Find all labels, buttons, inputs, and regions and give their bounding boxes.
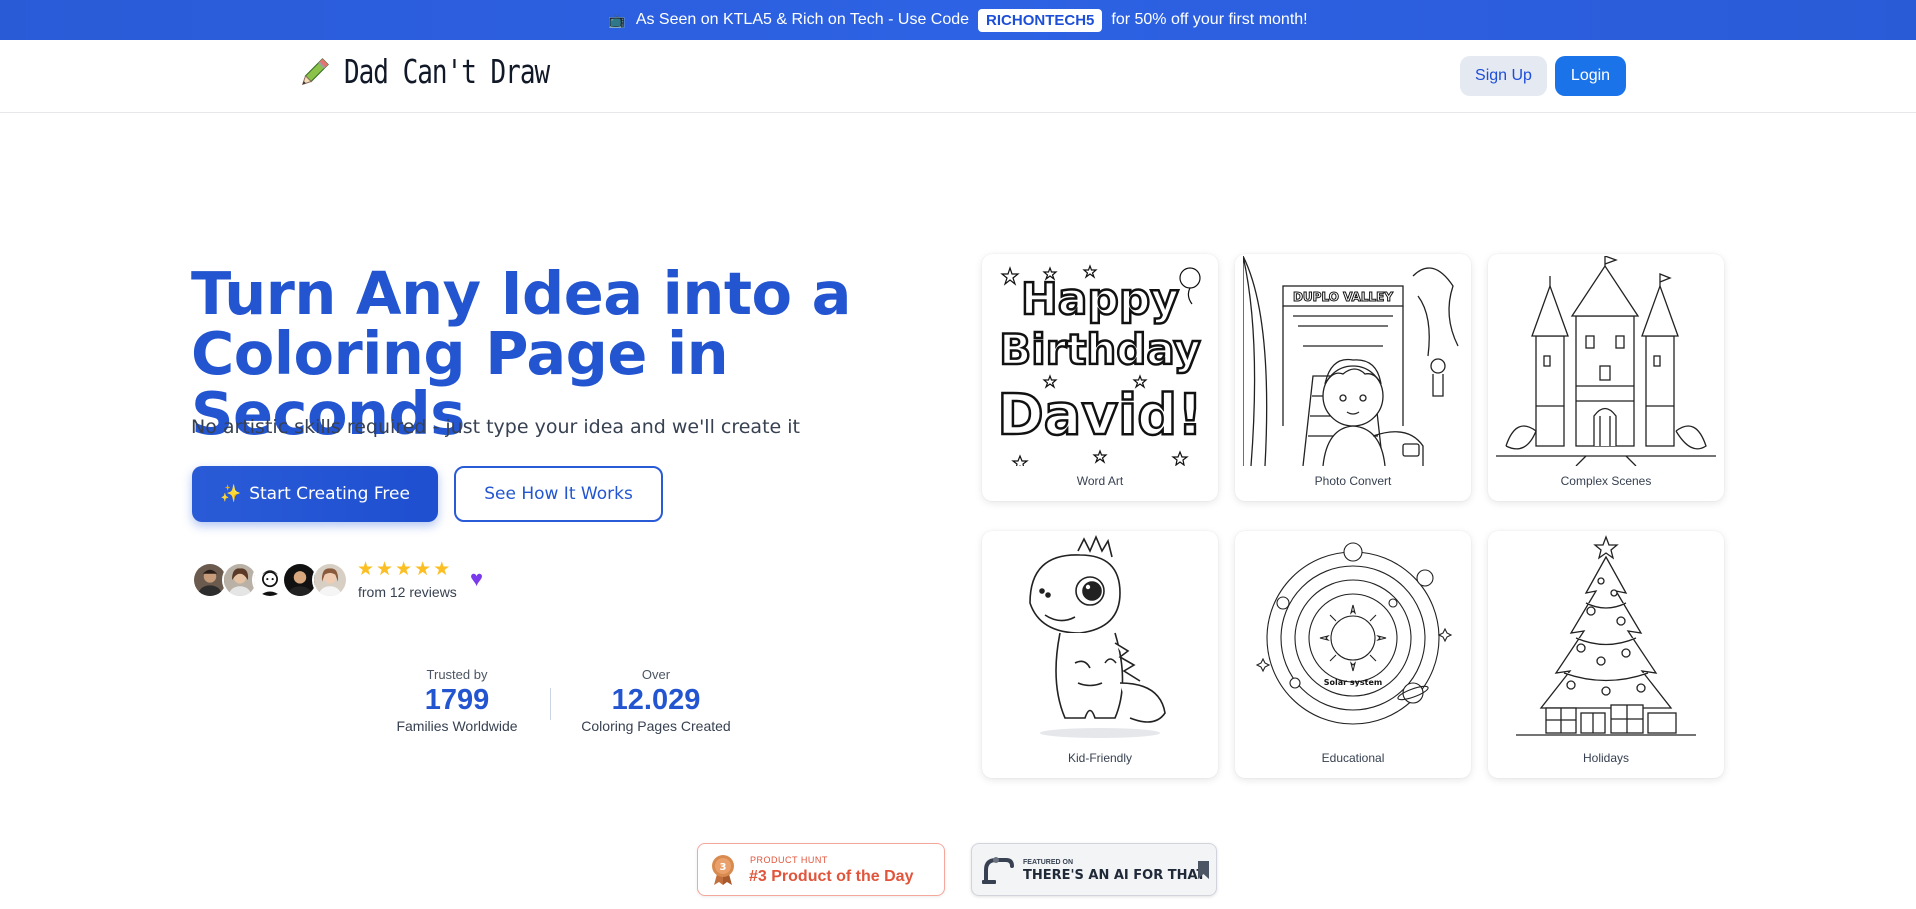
solar-system-image: Solar system (1255, 542, 1453, 725)
stat-value: 12.029 (611, 684, 701, 716)
star-icon: ★ (395, 559, 413, 580)
photo-convert-image: DUPLO VALLEY (1243, 256, 1459, 466)
pencil-icon (301, 58, 329, 86)
star-icon: ★ (433, 559, 451, 580)
castle-image (1496, 256, 1716, 466)
site-header: Dad Can't Draw Sign Up Login (0, 40, 1916, 113)
gallery-caption: Complex Scenes (1560, 474, 1652, 488)
gallery-caption: Kid-Friendly (1067, 751, 1133, 765)
word-art-line-1: Happy (1021, 274, 1179, 325)
product-hunt-badge[interactable]: 3 PRODUCT HUNT #3 Product of the Day (697, 843, 945, 896)
photo-sign-text: DUPLO VALLEY (1293, 290, 1393, 304)
star-icon: ★ (376, 559, 394, 580)
promo-text-after: for 50% off your first month! (1111, 11, 1308, 28)
sparkles-icon: ✨ (220, 484, 242, 504)
ai-badge-title: THERE'S AN AI FOR THAT (1023, 868, 1206, 883)
gallery-card-word-art[interactable]: Happy Birthday David! Word Art (982, 254, 1218, 501)
christmas-tree-image (1516, 535, 1696, 736)
stat-pages: Over 12.029 Coloring Pages Created (575, 667, 737, 734)
reviews-count: from 12 reviews (358, 584, 457, 600)
start-creating-button[interactable]: ✨ Start Creating Free (192, 466, 438, 522)
word-art-line-2: Birthday (999, 325, 1201, 374)
stat-post: Families Worldwide (396, 718, 518, 734)
stat-pre: Trusted by (426, 667, 488, 682)
gallery-caption: Educational (1321, 751, 1385, 765)
bookmark-icon (1198, 861, 1209, 879)
logo[interactable]: Dad Can't Draw (296, 54, 550, 92)
gallery-caption: Photo Convert (1314, 474, 1392, 488)
product-hunt-label: PRODUCT HUNT (750, 855, 828, 865)
gallery-caption: Word Art (1076, 474, 1124, 488)
gallery-caption: Holidays (1582, 751, 1630, 765)
promo-code: RICHONTECH5 (978, 8, 1103, 32)
star-rating: ★ ★ ★ ★ ★ (357, 560, 450, 580)
stat-pre: Over (641, 667, 671, 682)
stat-families: Trusted by 1799 Families Worldwide (390, 667, 524, 734)
tv-icon: 📺 (608, 11, 626, 28)
word-art-line-3: David! (997, 383, 1203, 448)
gallery-card-photo-convert[interactable]: DUPLO VALLEY Photo Convert (1235, 254, 1471, 501)
gallery-card-educational[interactable]: Solar system Educational (1235, 531, 1471, 778)
logo-text: Dad Can't Draw (344, 54, 550, 92)
product-hunt-title: #3 Product of the Day (749, 868, 914, 885)
hero-title-line-1: Turn Any Idea into a (191, 259, 851, 328)
hero-subtitle: No artistic skills required - just type … (191, 416, 800, 438)
promo-text: As Seen on KTLA5 & Rich on Tech - Use Co… (635, 11, 970, 28)
stat-value: 1799 (424, 684, 490, 716)
star-icon: ★ (414, 559, 432, 580)
theres-an-ai-for-that-badge[interactable]: FEATURED ON THERE'S AN AI FOR THAT (971, 843, 1217, 896)
see-how-it-works-button[interactable]: See How It Works (454, 466, 663, 522)
solar-system-label: Solar system (1324, 678, 1382, 687)
star-icon: ★ (357, 559, 375, 580)
stat-divider (550, 688, 551, 720)
robot-arm-icon (982, 857, 1014, 884)
gallery-card-kid-friendly[interactable]: Kid-Friendly (982, 531, 1218, 778)
featured-on-label: FEATURED ON (1023, 859, 1074, 866)
word-art-image: Happy Birthday David! (996, 264, 1204, 466)
medal-rank: 3 (720, 862, 727, 873)
sign-up-button[interactable]: Sign Up (1460, 56, 1547, 96)
promo-banner: 📺 As Seen on KTLA5 & Rich on Tech - Use … (0, 0, 1916, 40)
gallery-card-complex-scenes[interactable]: Complex Scenes (1488, 254, 1724, 501)
medal-icon: 3 (712, 855, 734, 885)
avatar (312, 562, 348, 598)
start-creating-label: Start Creating Free (249, 484, 410, 504)
login-button[interactable]: Login (1555, 56, 1626, 96)
purple-heart-icon: ♥ (470, 566, 484, 591)
stat-post: Coloring Pages Created (581, 718, 731, 734)
dinosaur-image (1029, 534, 1166, 738)
reviewer-avatars (192, 562, 348, 598)
gallery-card-holidays[interactable]: Holidays (1488, 531, 1724, 778)
